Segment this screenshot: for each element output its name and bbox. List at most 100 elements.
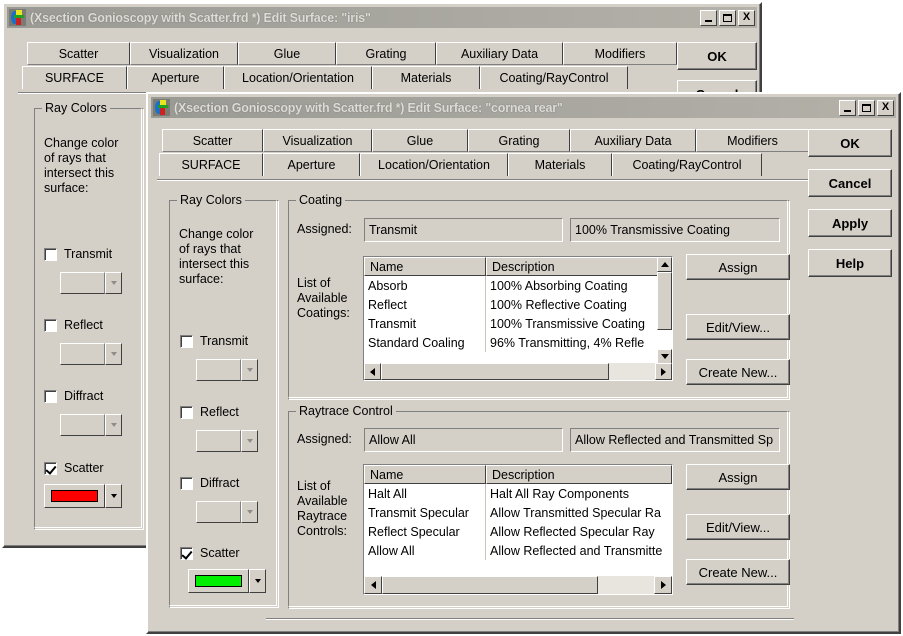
maximize-button[interactable] [858, 99, 875, 116]
front-cancel-button[interactable]: Cancel [808, 169, 892, 197]
front-transmit-checkbox[interactable] [180, 334, 193, 348]
tab-surface[interactable]: SURFACE [22, 66, 127, 89]
coating-col-description[interactable]: Description [486, 257, 659, 276]
close-icon[interactable]: X [738, 9, 755, 26]
back-transmit-color-combo[interactable] [60, 272, 122, 294]
back-diffract-color-swatch[interactable] [60, 414, 105, 436]
scroll-thumb[interactable] [381, 363, 609, 380]
coating-assigned-description-field[interactable]: 100% Transmissive Coating [570, 218, 780, 242]
close-icon[interactable]: X [877, 99, 894, 116]
raytrace-listbox[interactable]: Name Description Halt All Halt All Ray C… [363, 464, 673, 595]
coating-col-name[interactable]: Name [364, 257, 486, 276]
front-window[interactable]: (Xsection Gonioscopy with Scatter.frd *)… [146, 92, 901, 634]
tab-scatter[interactable]: Scatter [27, 42, 130, 65]
back-reflect-color-combo[interactable] [60, 343, 122, 365]
chevron-down-icon[interactable] [105, 484, 122, 508]
back-transmit-checkbox-row[interactable]: Transmit [44, 247, 112, 261]
front-diffract-color-combo[interactable] [196, 501, 258, 523]
tab-materials[interactable]: Materials [508, 153, 612, 176]
back-scatter-checkbox-row[interactable]: Scatter [44, 461, 104, 475]
table-row[interactable]: Transmit Specular Allow Transmitted Spec… [364, 503, 672, 522]
front-ok-button[interactable]: OK [808, 129, 892, 157]
scroll-thumb[interactable] [382, 576, 598, 594]
chevron-down-icon[interactable] [241, 430, 258, 452]
scroll-up-button[interactable] [657, 257, 672, 272]
tab-location-orientation[interactable]: Location/Orientation [224, 66, 372, 89]
coating-createnew-button[interactable]: Create New... [686, 359, 790, 385]
tab-location-orientation[interactable]: Location/Orientation [360, 153, 508, 176]
raytrace-horizontal-scrollbar[interactable] [364, 576, 672, 594]
front-reflect-checkbox-row[interactable]: Reflect [180, 405, 239, 419]
chevron-down-icon[interactable] [105, 272, 122, 294]
tab-surface[interactable]: SURFACE [159, 153, 263, 176]
front-scatter-checkbox-row[interactable]: Scatter [180, 546, 240, 560]
minimize-button[interactable] [700, 9, 717, 26]
coating-assigned-name-field[interactable]: Transmit [364, 218, 563, 242]
chevron-down-icon[interactable] [241, 359, 258, 381]
raytrace-col-description[interactable]: Description [486, 465, 672, 484]
back-reflect-checkbox[interactable] [44, 318, 57, 332]
back-window-titlebar[interactable]: (Xsection Gonioscopy with Scatter.frd *)… [7, 7, 757, 28]
minimize-button[interactable] [839, 99, 856, 116]
coating-editview-button[interactable]: Edit/View... [686, 314, 790, 340]
front-reflect-color-swatch[interactable] [196, 430, 241, 452]
back-transmit-color-swatch[interactable] [60, 272, 105, 294]
table-row[interactable]: Absorb 100% Absorbing Coating [364, 276, 672, 295]
raytrace-assign-button[interactable]: Assign [686, 464, 790, 490]
front-reflect-color-combo[interactable] [196, 430, 258, 452]
chevron-down-icon[interactable] [249, 569, 266, 593]
front-diffract-color-swatch[interactable] [196, 501, 241, 523]
front-diffract-checkbox-row[interactable]: Diffract [180, 476, 239, 490]
scroll-left-button[interactable] [364, 576, 382, 594]
chevron-down-icon[interactable] [105, 343, 122, 365]
back-scatter-color-combo[interactable] [44, 484, 122, 508]
tab-auxiliary-data[interactable]: Auxiliary Data [570, 129, 696, 152]
back-reflect-color-swatch[interactable] [60, 343, 105, 365]
tab-coating-raycontrol[interactable]: Coating/RayControl [480, 66, 628, 89]
raytrace-editview-button[interactable]: Edit/View... [686, 514, 790, 540]
table-row[interactable]: Reflect Specular Allow Reflected Specula… [364, 522, 672, 541]
tab-glue[interactable]: Glue [372, 129, 468, 152]
maximize-button[interactable] [719, 9, 736, 26]
back-scatter-color-swatch[interactable] [44, 484, 105, 508]
scroll-right-button[interactable] [655, 363, 672, 380]
back-scatter-checkbox[interactable] [44, 461, 57, 475]
scroll-down-button[interactable] [657, 349, 672, 364]
chevron-down-icon[interactable] [241, 501, 258, 523]
front-scatter-checkbox[interactable] [180, 546, 193, 560]
tab-aperture[interactable]: Aperture [127, 66, 224, 89]
front-window-titlebar[interactable]: (Xsection Gonioscopy with Scatter.frd *)… [151, 97, 896, 118]
back-diffract-checkbox-row[interactable]: Diffract [44, 389, 103, 403]
front-apply-button[interactable]: Apply [808, 209, 892, 237]
raytrace-col-name[interactable]: Name [364, 465, 486, 484]
tab-grating[interactable]: Grating [468, 129, 570, 152]
back-reflect-checkbox-row[interactable]: Reflect [44, 318, 103, 332]
table-row[interactable]: Allow All Allow Reflected and Transmitte [364, 541, 672, 560]
back-diffract-checkbox[interactable] [44, 389, 57, 403]
table-row[interactable]: Halt All Halt All Ray Components [364, 484, 672, 503]
tab-materials[interactable]: Materials [372, 66, 480, 89]
coating-assign-button[interactable]: Assign [686, 254, 790, 280]
scroll-left-button[interactable] [364, 363, 381, 380]
tab-modifiers[interactable]: Modifiers [563, 42, 677, 65]
table-row[interactable]: Standard Coaling 96% Transmitting, 4% Re… [364, 333, 672, 352]
front-diffract-checkbox[interactable] [180, 476, 193, 490]
chevron-down-icon[interactable] [105, 414, 122, 436]
front-scatter-color-swatch[interactable] [188, 569, 249, 593]
front-transmit-color-combo[interactable] [196, 359, 258, 381]
back-diffract-color-combo[interactable] [60, 414, 122, 436]
scroll-thumb[interactable] [657, 272, 672, 330]
tab-visualization[interactable]: Visualization [130, 42, 238, 65]
raytrace-assigned-description-field[interactable]: Allow Reflected and Transmitted Sp [570, 428, 780, 452]
tab-coating-raycontrol[interactable]: Coating/RayControl [612, 153, 762, 176]
back-ok-button[interactable]: OK [677, 42, 757, 70]
tab-grating[interactable]: Grating [336, 42, 436, 65]
raytrace-createnew-button[interactable]: Create New... [686, 559, 790, 585]
scroll-right-button[interactable] [654, 576, 672, 594]
coating-horizontal-scrollbar[interactable] [364, 363, 672, 380]
front-help-button[interactable]: Help [808, 249, 892, 277]
back-transmit-checkbox[interactable] [44, 247, 57, 261]
tab-auxiliary-data[interactable]: Auxiliary Data [436, 42, 563, 65]
tab-aperture[interactable]: Aperture [263, 153, 360, 176]
coating-vertical-scrollbar[interactable] [657, 257, 672, 364]
